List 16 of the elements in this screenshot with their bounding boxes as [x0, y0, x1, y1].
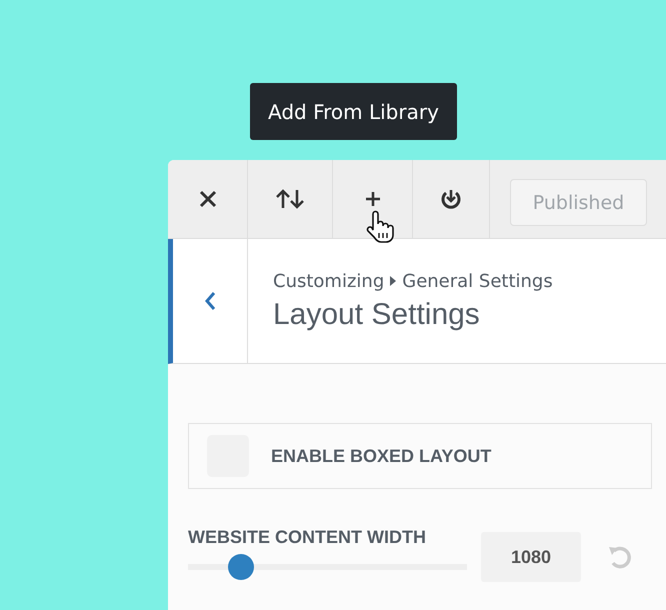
close-icon [198, 190, 216, 208]
option-label: WEBSITE CONTENT WIDTH [188, 527, 427, 548]
value-field[interactable]: 1080 [481, 532, 581, 582]
breadcrumb-item: General Settings [402, 270, 553, 292]
section-title: Layout Settings [273, 298, 481, 332]
plus-icon [366, 192, 380, 206]
tooltip: Add From Library [250, 83, 457, 140]
breadcrumb-item: Customizing [273, 270, 384, 292]
slider-thumb[interactable] [228, 554, 254, 580]
power-icon [440, 188, 462, 210]
chevron-left-icon [204, 291, 216, 311]
undo-icon [607, 544, 633, 570]
sort-arrows-icon [275, 188, 305, 210]
option-label: ENABLE BOXED LAYOUT [271, 446, 492, 466]
caret-right-icon [390, 276, 396, 286]
checkbox-option[interactable]: ENABLE BOXED LAYOUT [188, 423, 652, 489]
